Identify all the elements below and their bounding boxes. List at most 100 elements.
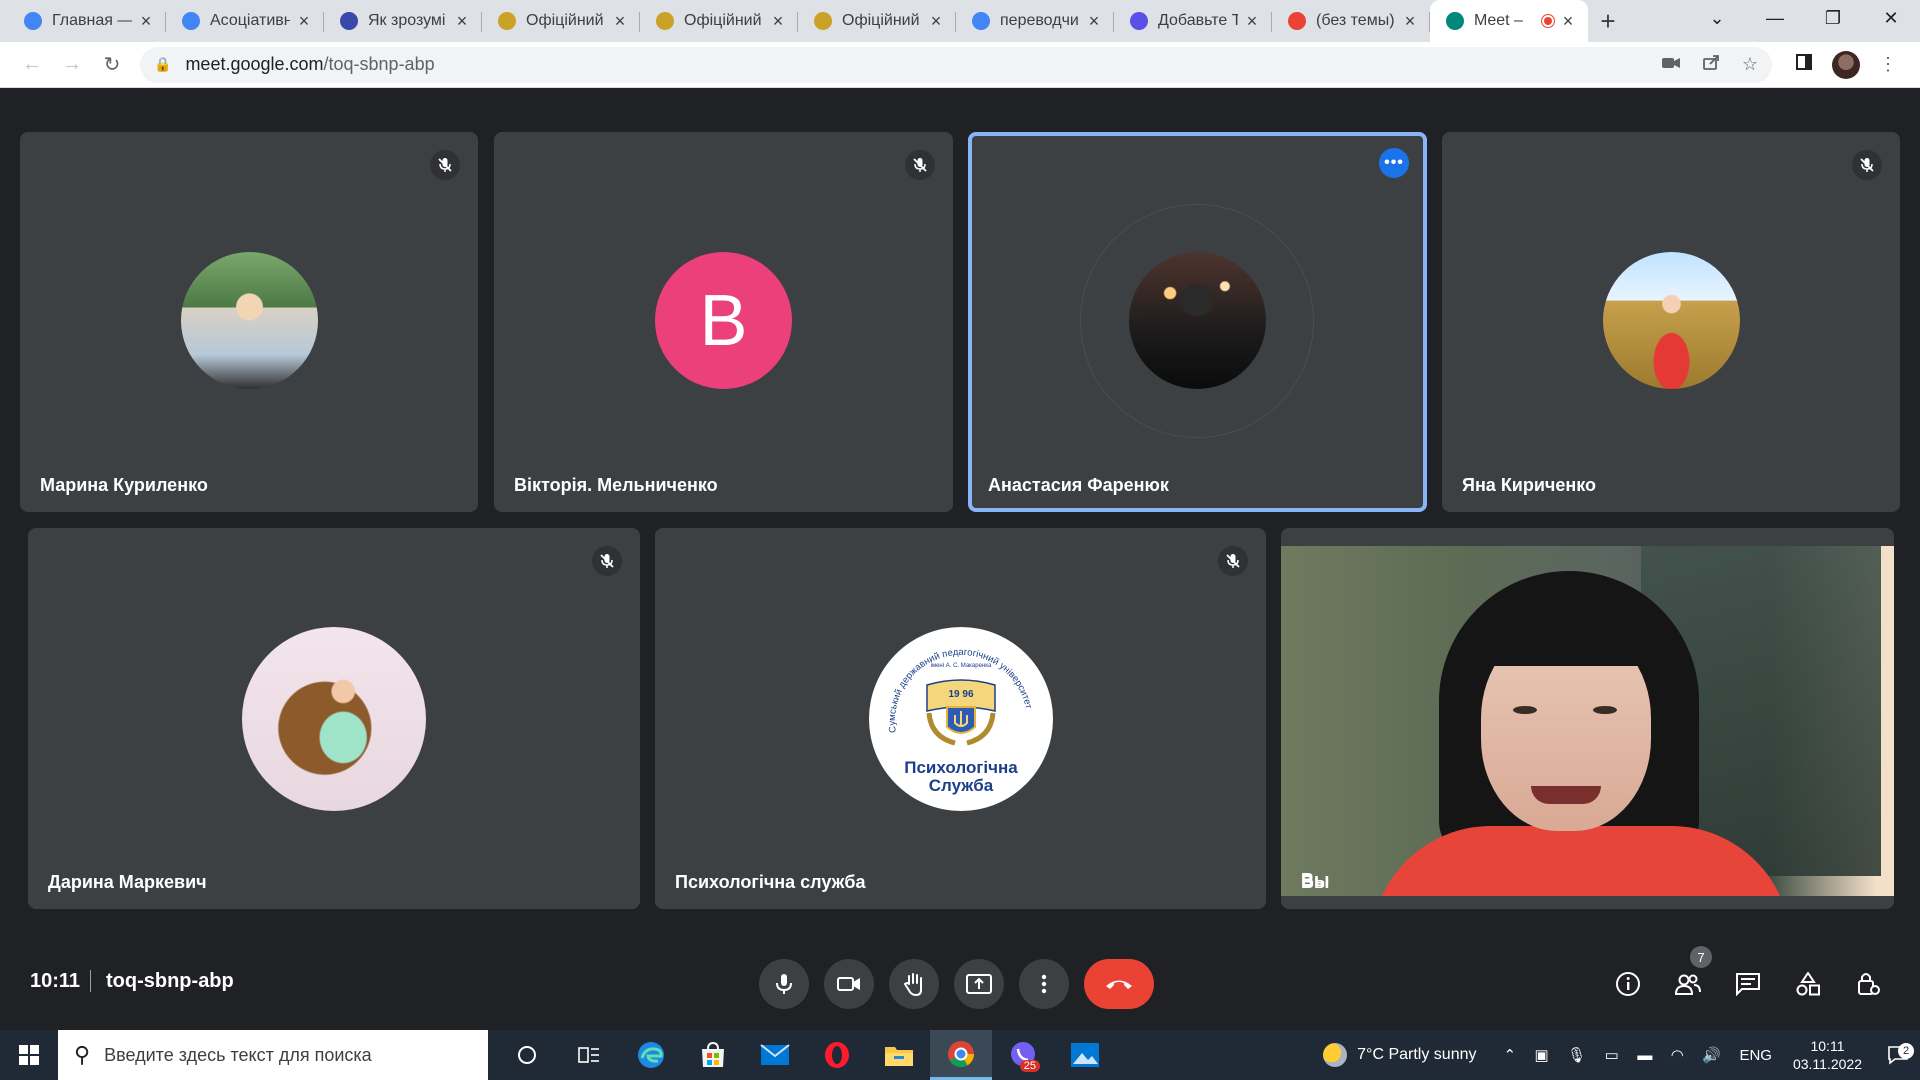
browser-tab[interactable]: Добавьте Т × [1114, 0, 1272, 42]
reload-button[interactable]: ↻ [92, 47, 132, 83]
partly-sunny-icon [1323, 1043, 1348, 1067]
side-panel-icon[interactable] [1784, 54, 1824, 75]
store-app[interactable] [682, 1030, 744, 1080]
share-icon[interactable] [1702, 53, 1720, 76]
forward-button[interactable]: → [52, 47, 92, 83]
more-vert-icon [1041, 974, 1047, 994]
volume-icon[interactable]: 🔊 [1702, 1047, 1721, 1064]
participant-tile[interactable]: В Вікторія. Мельниченко [494, 132, 953, 512]
browser-tab[interactable]: Асоціативн × [166, 0, 324, 42]
close-tab-icon[interactable]: × [454, 11, 470, 32]
opera-icon [825, 1042, 849, 1068]
wifi-icon[interactable]: ◠ [1671, 1047, 1684, 1064]
close-tab-icon[interactable]: × [1244, 11, 1260, 32]
tab-title: Добавьте Т [1158, 12, 1238, 29]
viber-app[interactable]: 25 [992, 1030, 1054, 1080]
lock-icon[interactable]: 🔒 [154, 56, 171, 73]
browser-tab[interactable]: Главная — × [8, 0, 166, 42]
minimize-button[interactable]: — [1746, 0, 1804, 36]
close-tab-icon[interactable]: × [770, 11, 786, 32]
tab-title: Главная — [52, 12, 132, 29]
google-icon [182, 12, 200, 30]
chat-icon [1736, 973, 1760, 996]
close-tab-icon[interactable]: × [928, 11, 944, 32]
leave-call-button[interactable] [1084, 959, 1154, 1009]
participant-tile[interactable]: Дарина Маркевич [28, 528, 640, 909]
close-tab-icon[interactable]: × [612, 11, 628, 32]
profile-avatar[interactable] [1832, 50, 1860, 79]
mail-app[interactable] [744, 1030, 806, 1080]
participant-tile-speaking[interactable]: ••• Анастасия Фаренюк [968, 132, 1427, 512]
bookmark-star-icon[interactable]: ☆ [1742, 54, 1758, 75]
webcam-tray-icon[interactable]: ▣ [1535, 1047, 1549, 1064]
participant-tile[interactable]: Марина Куриленко [20, 132, 478, 512]
opera-app[interactable] [806, 1030, 868, 1080]
close-tab-icon[interactable]: × [1402, 11, 1418, 32]
browser-tab[interactable]: Офіційний × [798, 0, 956, 42]
host-controls-button[interactable] [1848, 964, 1888, 1004]
participant-name: Яна Кириченко [1462, 475, 1597, 495]
browser-tab[interactable]: Офіційний × [640, 0, 798, 42]
w-site-icon [340, 12, 358, 30]
meeting-details-button[interactable] [1608, 964, 1648, 1004]
close-tab-icon[interactable]: × [296, 11, 312, 32]
edge-app[interactable] [620, 1030, 682, 1080]
display-tray-icon[interactable]: ▭ [1605, 1047, 1619, 1064]
tab-title: Асоціативн [210, 12, 290, 29]
participant-tile[interactable]: Яна Кириченко [1442, 132, 1900, 512]
microphone-button[interactable] [759, 959, 809, 1009]
back-button[interactable]: ← [12, 47, 52, 83]
close-tab-icon[interactable]: × [1086, 11, 1102, 32]
mic-off-icon [1218, 546, 1248, 576]
chrome-app[interactable] [930, 1030, 992, 1080]
task-view-button[interactable] [558, 1030, 620, 1080]
browser-tab[interactable]: Офіційний × [482, 0, 640, 42]
close-tab-icon[interactable]: × [1560, 11, 1576, 32]
taskbar-search-box[interactable]: ⚲ Введите здесь текст для поиска [58, 1030, 488, 1080]
taskbar-date: 03.11.2022 [1792, 1056, 1862, 1072]
people-icon [1674, 974, 1701, 995]
new-tab-button[interactable]: + [1588, 0, 1628, 42]
taskbar-time: 10:11 [1810, 1038, 1845, 1054]
letter-avatar: В [655, 252, 792, 389]
camera-in-use-icon[interactable] [1661, 54, 1680, 75]
tray-icons: ⌃ ▣ 🎙 ▭ ▬ ◠ 🔊 ENG [1497, 1046, 1779, 1065]
notifications-button[interactable]: 2 [1876, 1043, 1920, 1065]
browser-tab[interactable]: переводчи × [956, 0, 1114, 42]
activities-button[interactable] [1788, 964, 1828, 1004]
microphone-tray-icon[interactable]: 🎙 [1567, 1047, 1586, 1064]
language-indicator[interactable]: ENG [1739, 1047, 1772, 1064]
browser-tab[interactable]: Meet – × [1430, 0, 1588, 42]
tab-title: Офіційний [684, 12, 762, 29]
mic-off-icon [430, 150, 460, 180]
address-bar[interactable]: 🔒 meet.google.com/toq-sbnp-abp ☆ [140, 46, 1772, 83]
chat-button[interactable] [1728, 964, 1768, 1004]
browser-tab[interactable]: (без темы) × [1272, 0, 1430, 42]
tab-title: (без темы) [1316, 12, 1395, 29]
weather-widget[interactable]: 7°C Partly sunny [1323, 1043, 1477, 1067]
logo-year: 19 96 [948, 689, 973, 700]
raise-hand-button[interactable] [889, 959, 939, 1009]
battery-icon[interactable]: ▬ [1637, 1047, 1652, 1064]
more-options-icon[interactable]: ••• [1379, 148, 1409, 178]
start-button[interactable] [0, 1030, 58, 1080]
camera-button[interactable] [824, 959, 874, 1009]
participant-avatar [1603, 252, 1740, 389]
restore-button[interactable]: ❐ [1804, 0, 1862, 36]
more-options-button[interactable] [1019, 959, 1069, 1009]
present-screen-button[interactable] [954, 959, 1004, 1009]
file-explorer-app[interactable] [868, 1030, 930, 1080]
close-tab-icon[interactable]: × [138, 11, 154, 32]
show-hidden-icons-chevron[interactable]: ⌃ [1504, 1047, 1517, 1064]
participant-tile[interactable]: Сумський державний педагогічний універси… [655, 528, 1266, 909]
store-icon [702, 1041, 724, 1067]
tab-search-icon[interactable]: ⌄ [1688, 0, 1746, 36]
close-window-button[interactable]: ✕ [1862, 0, 1920, 36]
browser-tab[interactable]: Як зрозумі × [324, 0, 482, 42]
photos-app[interactable] [1054, 1030, 1116, 1080]
taskbar-clock[interactable]: 10:11 03.11.2022 [1793, 1037, 1862, 1073]
cortana-button[interactable] [496, 1030, 558, 1080]
shield-icon [1130, 12, 1148, 30]
people-button[interactable] [1668, 964, 1708, 1004]
browser-menu-icon[interactable]: ⋮ [1868, 54, 1908, 75]
